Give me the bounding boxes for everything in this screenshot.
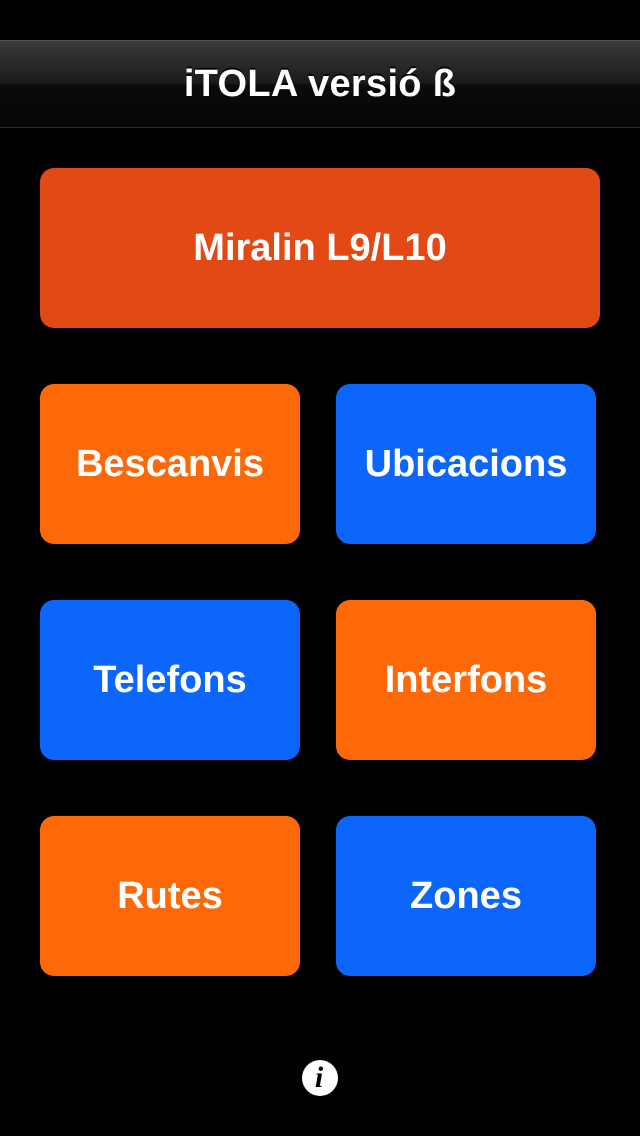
info-glyph: i bbox=[314, 1061, 324, 1094]
zones-button-label: Zones bbox=[410, 874, 522, 917]
ubicacions-button-label: Ubicacions bbox=[364, 442, 568, 485]
miralin-button-label: Miralin L9/L10 bbox=[193, 226, 447, 269]
interfons-button[interactable]: Interfons bbox=[336, 600, 596, 760]
telefons-button[interactable]: Telefons bbox=[40, 600, 300, 760]
status-bar bbox=[0, 0, 640, 40]
rutes-button[interactable]: Rutes bbox=[40, 816, 300, 976]
telefons-button-label: Telefons bbox=[93, 658, 247, 701]
zones-button[interactable]: Zones bbox=[336, 816, 596, 976]
rutes-button-label: Rutes bbox=[117, 874, 223, 917]
bescanvis-button-label: Bescanvis bbox=[75, 442, 264, 485]
page-title: iTOLA versió ß bbox=[183, 62, 457, 105]
miralin-button[interactable]: Miralin L9/L10 bbox=[40, 168, 600, 328]
navigation-bar: iTOLA versió ß bbox=[0, 40, 640, 128]
ubicacions-button[interactable]: Ubicacions bbox=[336, 384, 596, 544]
interfons-button-label: Interfons bbox=[384, 658, 548, 701]
info-icon[interactable]: i bbox=[302, 1060, 338, 1096]
bescanvis-button[interactable]: Bescanvis bbox=[40, 384, 300, 544]
